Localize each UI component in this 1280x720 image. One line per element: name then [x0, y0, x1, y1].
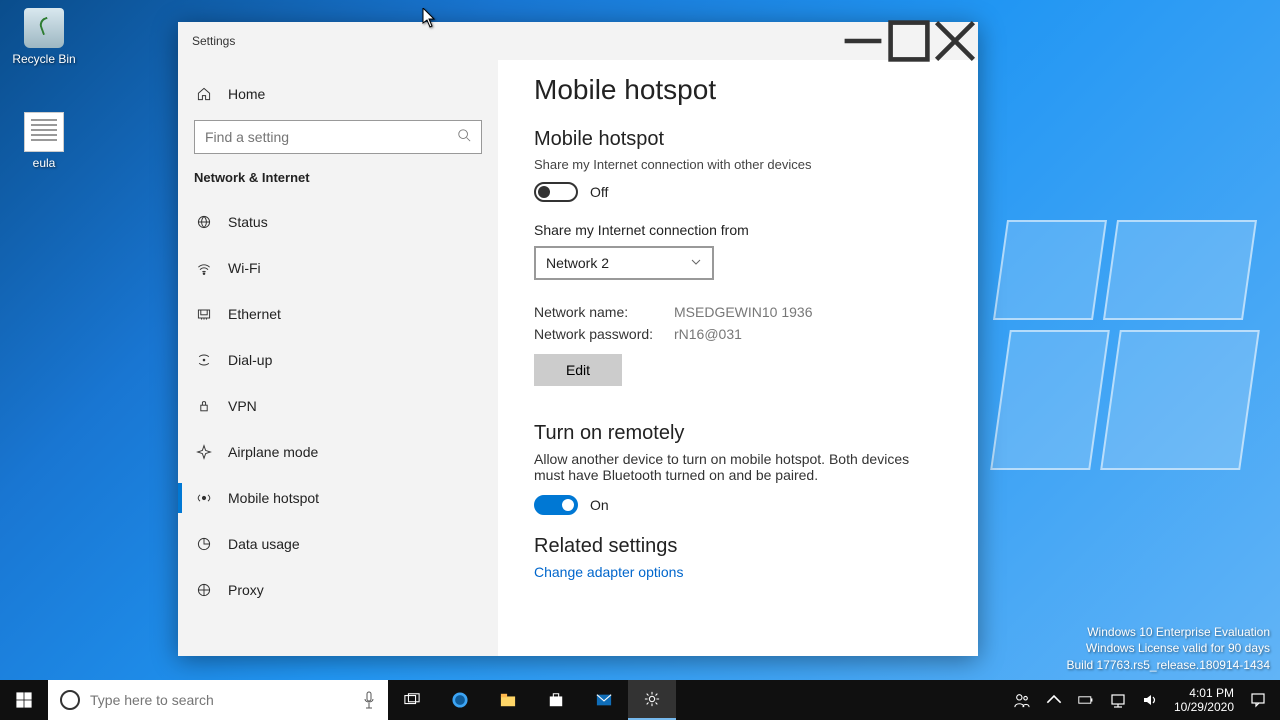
sidebar-item-label: Wi-Fi [228, 260, 261, 276]
minimize-button[interactable] [840, 22, 886, 60]
taskbar: 4:01 PM 10/29/2020 [0, 680, 1280, 720]
search-input[interactable] [205, 129, 457, 145]
wifi-icon [194, 258, 214, 278]
network-password-label: Network password: [534, 326, 674, 342]
watermark-line: Windows License valid for 90 days [1067, 640, 1271, 657]
data-icon [194, 534, 214, 554]
home-icon [194, 84, 214, 104]
sidebar-category: Network & Internet [178, 170, 498, 185]
edit-button[interactable]: Edit [534, 354, 622, 386]
sidebar-item-label: Dial-up [228, 352, 272, 368]
desktop-watermark: Windows 10 Enterprise Evaluation Windows… [1067, 624, 1271, 674]
sidebar-item-label: Status [228, 214, 268, 230]
from-dropdown-value: Network 2 [546, 255, 609, 271]
network-password-value: rN16@031 [674, 326, 742, 342]
sidebar-item-label: Airplane mode [228, 444, 318, 460]
start-button[interactable] [0, 680, 48, 720]
network-name-label: Network name: [534, 304, 674, 320]
sidebar-item-dialup[interactable]: Dial-up [178, 337, 498, 383]
sidebar-item-label: Data usage [228, 536, 300, 552]
sidebar-item-ethernet[interactable]: Ethernet [178, 291, 498, 337]
tray-volume-icon[interactable] [1134, 680, 1166, 720]
settings-content: Mobile hotspot Mobile hotspot Share my I… [498, 60, 978, 656]
dialup-icon [194, 350, 214, 370]
sidebar-item-proxy[interactable]: Proxy [178, 567, 498, 613]
taskbar-store[interactable] [532, 680, 580, 720]
cortana-icon [60, 690, 80, 710]
tray-chevron-up[interactable] [1038, 680, 1070, 720]
mic-icon [362, 691, 376, 709]
related-heading: Related settings [534, 535, 942, 558]
watermark-line: Windows 10 Enterprise Evaluation [1067, 624, 1271, 641]
clock-date: 10/29/2020 [1174, 700, 1234, 714]
taskbar-settings[interactable] [628, 680, 676, 720]
titlebar[interactable]: Settings [178, 22, 978, 60]
desktop-icon-label: eula [8, 156, 80, 170]
tray-network-icon[interactable] [1102, 680, 1134, 720]
desktop-icon-eula[interactable]: eula [8, 112, 80, 170]
hotspot-icon [194, 488, 214, 508]
sidebar-item-vpn[interactable]: VPN [178, 383, 498, 429]
taskbar-search[interactable] [48, 680, 388, 720]
proxy-icon [194, 580, 214, 600]
tray-action-center[interactable] [1242, 680, 1274, 720]
sidebar-item-hotspot[interactable]: Mobile hotspot [178, 475, 498, 521]
sidebar-item-label: Mobile hotspot [228, 490, 319, 506]
maximize-button[interactable] [886, 22, 932, 60]
chevron-down-icon [690, 255, 702, 271]
sidebar-home-label: Home [228, 86, 265, 102]
sidebar-item-label: Ethernet [228, 306, 281, 322]
globe-icon [194, 212, 214, 232]
tray-people[interactable] [1006, 680, 1038, 720]
from-label: Share my Internet connection from [534, 222, 942, 238]
remote-toggle[interactable]: On [534, 495, 942, 515]
taskbar-explorer[interactable] [484, 680, 532, 720]
window-title: Settings [178, 34, 235, 48]
task-view-button[interactable] [388, 680, 436, 720]
tray-battery-icon[interactable] [1070, 680, 1102, 720]
remote-desc: Allow another device to turn on mobile h… [534, 451, 942, 483]
ethernet-icon [194, 304, 214, 324]
desktop-wallpaper-light [1000, 220, 1280, 500]
sidebar-search [178, 120, 498, 154]
share-subtitle: Share my Internet connection with other … [534, 157, 942, 172]
share-toggle[interactable]: Off [534, 182, 942, 202]
share-toggle-state: Off [590, 184, 608, 200]
desktop-icon-label: Recycle Bin [8, 52, 80, 66]
settings-window: Settings Home Network & Internet Status [178, 22, 978, 656]
sidebar-item-label: Proxy [228, 582, 264, 598]
close-button[interactable] [932, 22, 978, 60]
sidebar-item-label: VPN [228, 398, 257, 414]
airplane-icon [194, 442, 214, 462]
vpn-icon [194, 396, 214, 416]
watermark-line: Build 17763.rs5_release.180914-1434 [1067, 657, 1271, 674]
search-icon [457, 128, 471, 147]
network-name-value: MSEDGEWIN10 1936 [674, 304, 813, 320]
taskbar-clock[interactable]: 4:01 PM 10/29/2020 [1166, 686, 1242, 715]
settings-sidebar: Home Network & Internet Status Wi-Fi Eth… [178, 60, 498, 656]
text-file-icon [24, 112, 64, 152]
from-dropdown[interactable]: Network 2 [534, 246, 714, 280]
remote-toggle-state: On [590, 497, 609, 513]
mouse-cursor [422, 8, 436, 33]
taskbar-search-input[interactable] [90, 692, 362, 708]
clock-time: 4:01 PM [1174, 686, 1234, 700]
sidebar-home[interactable]: Home [178, 72, 498, 116]
search-input-box[interactable] [194, 120, 482, 154]
sidebar-item-airplane[interactable]: Airplane mode [178, 429, 498, 475]
taskbar-mail[interactable] [580, 680, 628, 720]
share-heading: Mobile hotspot [534, 128, 942, 151]
desktop-icon-recycle-bin[interactable]: Recycle Bin [8, 8, 80, 66]
remote-heading: Turn on remotely [534, 422, 942, 445]
page-title: Mobile hotspot [534, 74, 942, 106]
taskbar-edge[interactable] [436, 680, 484, 720]
sidebar-item-status[interactable]: Status [178, 199, 498, 245]
related-link[interactable]: Change adapter options [534, 564, 942, 580]
sidebar-item-wifi[interactable]: Wi-Fi [178, 245, 498, 291]
recycle-bin-icon [24, 8, 64, 48]
sidebar-item-data[interactable]: Data usage [178, 521, 498, 567]
